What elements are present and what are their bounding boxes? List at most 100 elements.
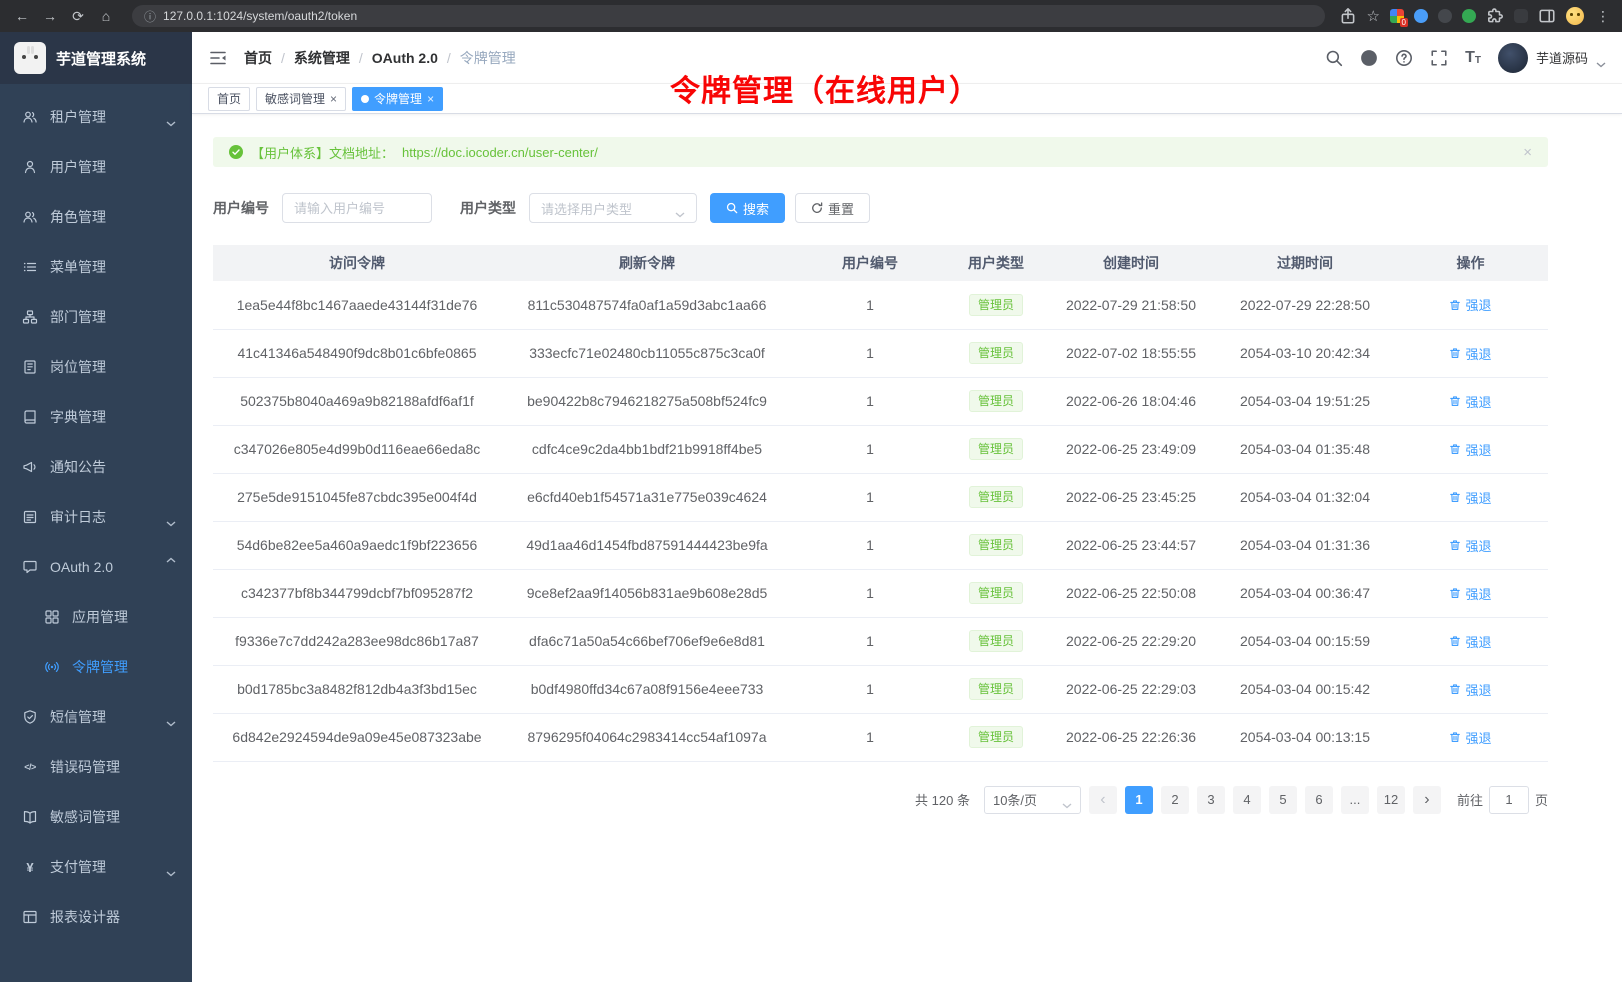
sidebar-item-error-code[interactable]: </> 错误码管理 [0, 742, 192, 792]
search-form: 用户编号 用户类型 请选择用户类型 搜索 重置 [213, 193, 1548, 223]
app-logo-row[interactable]: 芋道管理系统 [0, 32, 192, 84]
bookmark-star-icon[interactable]: ☆ [1367, 7, 1380, 25]
browser-back-icon[interactable]: ← [10, 4, 34, 28]
address-bar[interactable]: ⓘ 127.0.0.1:1024/system/oauth2/token [132, 5, 1325, 27]
action-cell: 强退 [1393, 377, 1548, 425]
browser-forward-icon[interactable]: → [38, 4, 62, 28]
extension-colorful-icon[interactable]: 0 [1390, 9, 1404, 23]
goto-page-input[interactable] [1489, 786, 1529, 814]
browser-reload-icon[interactable]: ⟳ [66, 4, 90, 28]
extension-green-icon[interactable] [1462, 9, 1476, 23]
sidebar-item-notice[interactable]: 通知公告 [0, 442, 192, 492]
breadcrumb-system[interactable]: 系统管理 [294, 48, 350, 68]
sidebar-item-user[interactable]: 用户管理 [0, 142, 192, 192]
sidebar-item-post[interactable]: 岗位管理 [0, 342, 192, 392]
reset-button[interactable]: 重置 [795, 193, 870, 223]
breadcrumb-oauth2[interactable]: OAuth 2.0 [372, 50, 438, 66]
close-icon[interactable]: × [330, 93, 337, 105]
sidebar-item-oauth2-token[interactable]: 令牌管理 [0, 642, 192, 692]
share-icon[interactable] [1339, 7, 1357, 25]
sidebar-item-oauth2-app[interactable]: 应用管理 [0, 592, 192, 642]
expire-time-cell: 2022-07-29 22:28:50 [1217, 281, 1393, 329]
fullscreen-icon[interactable] [1430, 49, 1448, 67]
sidebar-item-menu[interactable]: 菜单管理 [0, 242, 192, 292]
force-logout-button[interactable]: 强退 [1449, 440, 1491, 459]
page-size-select[interactable]: 10条/页 [984, 786, 1081, 814]
action-cell: 强退 [1393, 329, 1548, 377]
force-logout-button[interactable]: 强退 [1449, 392, 1491, 411]
force-logout-button[interactable]: 强退 [1449, 295, 1491, 314]
alert-close-icon[interactable]: × [1523, 144, 1532, 161]
force-logout-button[interactable]: 强退 [1449, 488, 1491, 507]
sidebar-item-sensitive-word[interactable]: 敏感词管理 [0, 792, 192, 842]
force-logout-button[interactable]: 强退 [1449, 632, 1491, 651]
font-size-icon[interactable]: TT [1465, 50, 1481, 66]
sidebar-item-tenant[interactable]: 租户管理 [0, 92, 192, 142]
sidebar-item-role[interactable]: 角色管理 [0, 192, 192, 242]
sidebar-item-payment[interactable]: ¥ 支付管理 [0, 842, 192, 892]
side-panel-icon[interactable] [1538, 7, 1556, 25]
force-logout-button[interactable]: 强退 [1449, 584, 1491, 603]
page-button-2[interactable]: 2 [1161, 786, 1189, 814]
list-icon [22, 259, 38, 275]
next-page-button[interactable]: › [1413, 786, 1441, 814]
browser-profile-avatar[interactable] [1566, 7, 1584, 25]
browser-toolbar: ← → ⟳ ⌂ ⓘ 127.0.0.1:1024/system/oauth2/t… [0, 0, 1622, 32]
extension-dark-square-icon[interactable] [1514, 9, 1528, 23]
user-id-cell: 1 [793, 569, 947, 617]
extension-blue-icon[interactable] [1414, 9, 1428, 23]
sidebar-item-sms[interactable]: 短信管理 [0, 692, 192, 742]
page-ellipsis-button[interactable]: ... [1341, 786, 1369, 814]
table-row: c342377bf8b344799dcbf7bf095287f2 9ce8ef2… [213, 569, 1548, 617]
user-type-badge: 管理员 [969, 294, 1023, 316]
force-logout-button[interactable]: 强退 [1449, 680, 1491, 699]
table-row: 275e5de9151045fe87cbdc395e004f4d e6cfd40… [213, 473, 1548, 521]
action-cell: 强退 [1393, 425, 1548, 473]
github-icon[interactable] [1360, 49, 1378, 67]
page-button-12[interactable]: 12 [1377, 786, 1405, 814]
sidebar-item-dict[interactable]: 字典管理 [0, 392, 192, 442]
extensions-puzzle-icon[interactable] [1486, 7, 1504, 25]
page-button-1[interactable]: 1 [1125, 786, 1153, 814]
sidebar-item-oauth2[interactable]: OAuth 2.0 [0, 542, 192, 592]
user-menu[interactable]: 芋道源码 [1498, 43, 1606, 73]
force-logout-button[interactable]: 强退 [1449, 728, 1491, 747]
user-type-badge: 管理员 [969, 726, 1023, 748]
page-button-6[interactable]: 6 [1305, 786, 1333, 814]
close-icon[interactable]: × [427, 93, 434, 105]
force-logout-button[interactable]: 强退 [1449, 344, 1491, 363]
prev-page-button[interactable]: ‹ [1089, 786, 1117, 814]
sidebar-item-audit-log[interactable]: 审计日志 [0, 492, 192, 542]
sidebar-item-report-designer[interactable]: 报表设计器 [0, 892, 192, 942]
token-table: 访问令牌 刷新令牌 用户编号 用户类型 创建时间 过期时间 操作 1ea5e44… [213, 245, 1548, 762]
access-token-cell: c342377bf8b344799dcbf7bf095287f2 [213, 569, 501, 617]
breadcrumb: 首页 / 系统管理 / OAuth 2.0 / 令牌管理 [244, 48, 516, 68]
log-document-icon [22, 509, 38, 525]
user-type-select[interactable]: 请选择用户类型 [529, 193, 697, 223]
table-row: 41c41346a548490f9dc8b01c6bfe0865 333ecfc… [213, 329, 1548, 377]
tab-home[interactable]: 首页 [208, 87, 250, 111]
search-icon[interactable] [1325, 49, 1343, 67]
doc-link[interactable]: https://doc.iocoder.cn/user-center/ [402, 145, 598, 160]
expire-time-cell: 2054-03-04 01:31:36 [1217, 521, 1393, 569]
page-button-5[interactable]: 5 [1269, 786, 1297, 814]
extension-dark-icon[interactable] [1438, 9, 1452, 23]
search-button[interactable]: 搜索 [710, 193, 785, 223]
user-type-cell: 管理员 [947, 281, 1045, 329]
collapse-menu-icon[interactable] [208, 48, 228, 68]
browser-home-icon[interactable]: ⌂ [94, 4, 118, 28]
chevron-down-icon [166, 714, 176, 720]
browser-menu-icon[interactable]: ⋮ [1594, 8, 1612, 25]
site-info-icon[interactable]: ⓘ [144, 8, 156, 25]
breadcrumb-home[interactable]: 首页 [244, 48, 272, 68]
help-icon[interactable] [1395, 49, 1413, 67]
tab-token[interactable]: 令牌管理 × [352, 87, 443, 111]
user-no-input[interactable] [282, 193, 432, 223]
create-time-cell: 2022-06-25 23:45:25 [1045, 473, 1217, 521]
force-logout-button[interactable]: 强退 [1449, 536, 1491, 555]
user-type-badge: 管理员 [969, 486, 1023, 508]
page-button-4[interactable]: 4 [1233, 786, 1261, 814]
tab-sensitive-word[interactable]: 敏感词管理 × [256, 87, 346, 111]
page-button-3[interactable]: 3 [1197, 786, 1225, 814]
sidebar-item-dept[interactable]: 部门管理 [0, 292, 192, 342]
